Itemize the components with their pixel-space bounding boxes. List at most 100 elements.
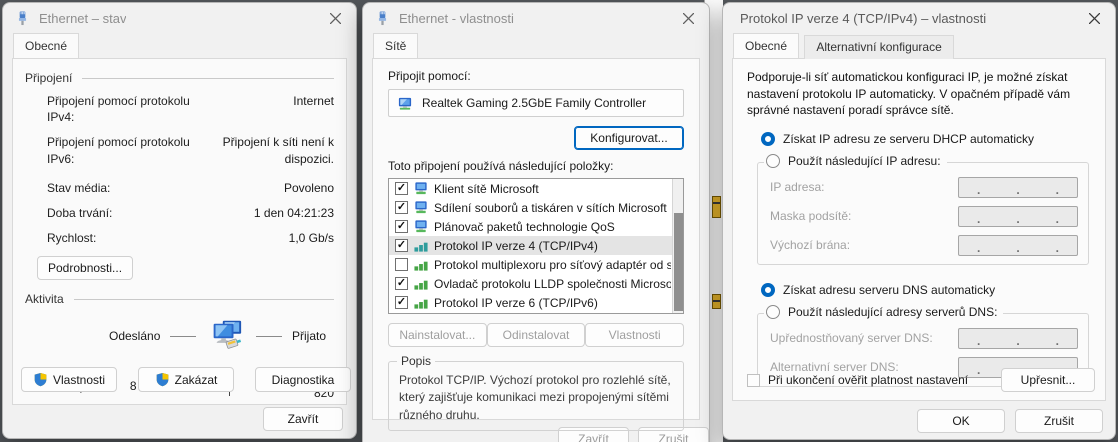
row-value: Povoleno xyxy=(195,180,334,196)
list-item[interactable]: Ovladač protokolu LLDP společnosti Micro… xyxy=(389,274,683,293)
list-item-label: Protokol IP verze 4 (TCP/IPv4) xyxy=(434,239,598,253)
ip-separator: . xyxy=(1016,187,1019,194)
received-label: Přijato xyxy=(292,329,326,343)
description-title: Popis xyxy=(397,354,435,368)
radio-dhcp[interactable] xyxy=(761,132,775,146)
cancel-button[interactable]: Zrušit xyxy=(1015,409,1103,433)
list-item-label: Sdílení souborů a tiskáren v sítích Micr… xyxy=(434,201,667,215)
row-value: 1 den 04:21:23 xyxy=(195,205,334,221)
protocol-icon xyxy=(413,295,429,310)
validate-checkbox-label: Při ukončení ověřit platnost nastavení xyxy=(768,373,968,387)
uninstall-button[interactable]: Odinstalovat xyxy=(487,323,586,347)
row-value: 1,0 Gb/s xyxy=(195,230,334,246)
close-icon[interactable] xyxy=(667,3,709,33)
subnet-mask-input[interactable]: ... xyxy=(958,206,1078,227)
row-label: Doba trvání: xyxy=(47,205,195,221)
desktop: Ethernet – stav Obecné Připojení Připoje… xyxy=(0,0,1118,442)
close-button[interactable]: Zavřít xyxy=(263,407,343,431)
tab-obecne[interactable]: Obecné xyxy=(733,33,799,58)
window-title: Ethernet - vlastnosti xyxy=(399,11,514,26)
titlebar[interactable]: Protokol IP verze 4 (TCP/IPv4) – vlastno… xyxy=(723,3,1115,33)
disable-button-label: Zakázat xyxy=(175,373,218,387)
static-ip-group: Použít následující IP adresu: IP adresa:… xyxy=(757,162,1089,265)
ip-address-input[interactable]: ... xyxy=(958,177,1078,198)
tab-site[interactable]: Sítě xyxy=(373,33,418,58)
adapter-box: Realtek Gaming 2.5GbE Family Controller xyxy=(388,89,684,117)
list-item[interactable]: Plánovač paketů technologie QoS xyxy=(389,217,683,236)
preferred-dns-label: Upřednostňovaný server DNS: xyxy=(770,331,958,345)
radio-static-ip-label: Použít následující IP adresu: xyxy=(788,154,941,168)
radio-row-dhcp[interactable]: Získat IP adresu ze serveru DHCP automat… xyxy=(761,132,1091,146)
configure-button[interactable]: Konfigurovat... xyxy=(574,126,684,150)
divider xyxy=(256,336,282,337)
install-button[interactable]: Nainstalovat... xyxy=(388,323,487,347)
checkbox[interactable] xyxy=(395,182,408,195)
titlebar[interactable]: Ethernet - vlastnosti xyxy=(363,3,709,33)
ok-button[interactable]: OK xyxy=(917,409,1005,433)
uac-shield-icon xyxy=(155,372,170,387)
radio-row-dns-auto[interactable]: Získat adresu serveru DNS automaticky xyxy=(761,283,1091,297)
advanced-button[interactable]: Upřesnit... xyxy=(1001,368,1095,392)
gateway-input[interactable]: ... xyxy=(958,235,1078,256)
ip-separator: . xyxy=(1016,338,1019,345)
ip-address-label: IP adresa: xyxy=(770,180,958,194)
background-icon-fragment xyxy=(712,196,721,218)
radio-dns-auto[interactable] xyxy=(761,283,775,297)
radio-dns-static[interactable] xyxy=(766,305,780,319)
list-item-label: Plánovač paketů technologie QoS xyxy=(434,220,615,234)
list-item[interactable]: Protokol multiplexoru pro síťový adaptér… xyxy=(389,255,683,274)
status-row: Doba trvání: 1 den 04:21:23 xyxy=(47,205,334,221)
tab-alternativni-konfigurace[interactable]: Alternativní konfigurace xyxy=(804,35,953,59)
networking-tab-page: Připojit pomocí: Realtek Gaming 2.5GbE F… xyxy=(372,58,700,420)
status-row: Stav média: Povoleno xyxy=(47,180,334,196)
general-tab-page: Podporuje-li síť automatickou konfigurac… xyxy=(732,58,1106,401)
ip-separator: . xyxy=(977,245,980,252)
description-text: Protokol TCP/IP. Výchozí protokol pro ro… xyxy=(399,372,673,424)
checkbox[interactable] xyxy=(395,277,408,290)
row-label: Připojení pomocí protokolu IPv6: xyxy=(47,134,195,166)
checkbox[interactable] xyxy=(395,296,408,309)
list-item[interactable]: Protokol IP verze 6 (TCP/IPv6) xyxy=(389,293,683,312)
sent-label: Odesláno xyxy=(109,329,160,343)
radio-dns-auto-label: Získat adresu serveru DNS automaticky xyxy=(783,283,995,297)
protocol-icon xyxy=(413,238,429,253)
radio-static-ip[interactable] xyxy=(766,154,780,168)
uac-shield-icon xyxy=(33,372,48,387)
ip-separator: . xyxy=(1056,338,1059,345)
preferred-dns-input[interactable]: ... xyxy=(958,328,1078,349)
checkbox[interactable] xyxy=(395,239,408,252)
section-connection-label: Připojení xyxy=(25,71,72,85)
checkbox[interactable] xyxy=(395,258,408,271)
scrollbar[interactable] xyxy=(672,179,683,313)
row-value: Připojení k síti není k dispozici. xyxy=(195,134,334,166)
item-properties-button[interactable]: Vlastnosti xyxy=(585,323,684,347)
row-label: Připojení pomocí protokolu IPv4: xyxy=(47,93,195,125)
list-item-label: Klient sítě Microsoft xyxy=(434,182,539,196)
section-activity-label: Aktivita xyxy=(25,292,64,306)
list-item[interactable]: Protokol IP verze 4 (TCP/IPv4) xyxy=(389,236,683,255)
diagnose-button[interactable]: Diagnostika xyxy=(255,367,351,392)
details-button[interactable]: Podrobnosti... xyxy=(37,256,133,280)
titlebar[interactable]: Ethernet – stav xyxy=(3,3,356,33)
intro-text: Podporuje-li síť automatickou konfigurac… xyxy=(747,69,1091,119)
protocol-list: Klient sítě Microsoft Sdílení souborů a … xyxy=(388,178,684,314)
window-ethernet-properties: Ethernet - vlastnosti Sítě Připojit pomo… xyxy=(362,2,710,442)
items-label: Toto připojení používá následující polož… xyxy=(388,159,684,173)
validate-checkbox[interactable] xyxy=(747,374,760,387)
background-icon-fragment xyxy=(712,294,721,309)
properties-button[interactable]: Vlastnosti xyxy=(21,367,117,392)
close-icon[interactable] xyxy=(1073,3,1115,33)
close-icon[interactable] xyxy=(314,3,356,33)
network-client-icon xyxy=(413,200,429,215)
divider xyxy=(74,299,334,300)
list-item[interactable]: Sdílení souborů a tiskáren v sítích Micr… xyxy=(389,198,683,217)
scrollbar-thumb[interactable] xyxy=(674,213,683,311)
checkbox[interactable] xyxy=(395,220,408,233)
checkbox[interactable] xyxy=(395,201,408,214)
list-item[interactable]: Klient sítě Microsoft xyxy=(389,179,683,198)
disable-button[interactable]: Zakázat xyxy=(138,367,234,392)
tab-obecne[interactable]: Obecné xyxy=(13,33,79,58)
computers-activity-icon xyxy=(206,314,246,358)
list-item-label: Ovladač protokolu LLDP společnosti Micro… xyxy=(434,277,671,291)
properties-button-label: Vlastnosti xyxy=(53,373,105,387)
